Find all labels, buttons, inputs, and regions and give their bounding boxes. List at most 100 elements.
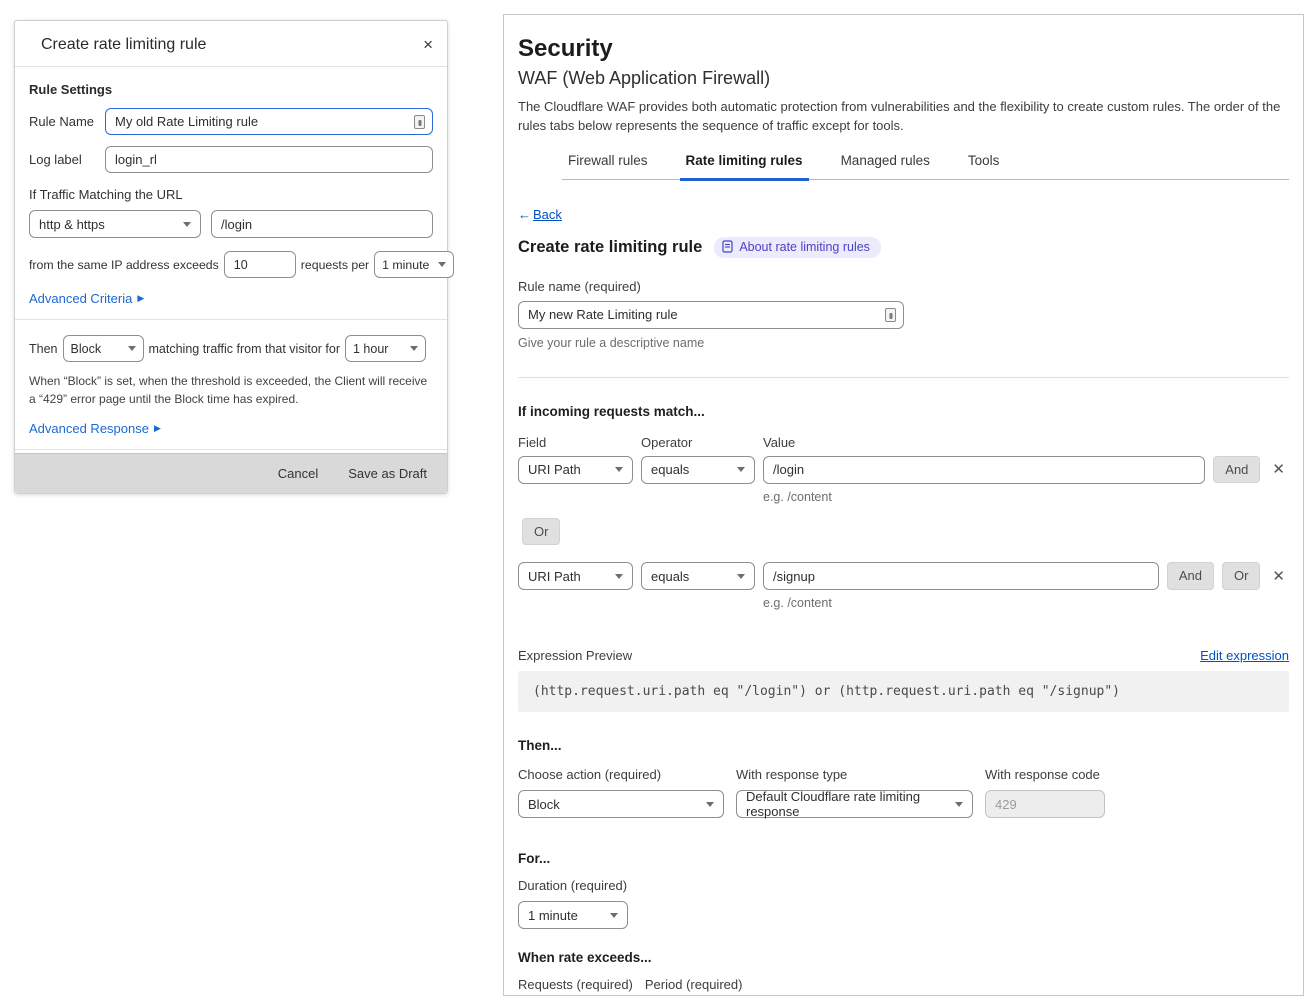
tab-managed-rules[interactable]: Managed rules [835,153,936,179]
advanced-criteria-link[interactable]: Advanced Criteria ▶ [29,291,433,306]
log-label-input[interactable] [105,146,433,173]
action-select-value: Block [71,342,102,356]
block-note-text: When “Block” is set, when the threshold … [29,372,433,408]
period-select-value: 1 minute [382,258,429,272]
response-type-value: Default Cloudflare rate limiting respons… [746,789,947,819]
autofill-icon[interactable] [414,115,425,129]
divider [15,319,447,320]
response-type-select[interactable]: Default Cloudflare rate limiting respons… [736,790,973,818]
and-condition-button[interactable]: And [1213,456,1260,484]
rule-name-wrap [105,108,433,135]
matching-traffic-text: matching traffic from that visitor for [149,342,341,356]
create-rate-limit-modal: Create rate limiting rule × Rule Setting… [14,20,448,494]
spacer [518,610,1289,648]
url-match-row: http & https [29,210,433,238]
scheme-select[interactable]: http & https [29,210,201,238]
close-icon[interactable]: × [423,36,433,53]
operator-column-label: Operator [641,435,755,450]
threshold-row: from the same IP address exceeds request… [29,251,433,278]
divider [518,377,1289,378]
tab-firewall-rules[interactable]: Firewall rules [562,153,654,179]
ban-duration-value: 1 hour [353,342,388,356]
rule-name-input[interactable] [105,108,433,135]
then-controls: Choose action (required) Block With resp… [518,767,1289,818]
chevron-down-icon [615,574,623,579]
security-waf-panel: Security WAF (Web Application Firewall) … [503,14,1304,996]
choose-action-select[interactable]: Block [518,790,724,818]
and-condition-button[interactable]: And [1167,562,1214,590]
traffic-match-caption: If Traffic Matching the URL [29,187,433,202]
response-code-input [985,790,1105,818]
choose-action-label: Choose action (required) [518,767,724,782]
about-badge-label: About rate limiting rules [739,240,870,254]
log-label-label: Log label [29,152,95,167]
waf-description: The Cloudflare WAF provides both automat… [518,98,1289,136]
advanced-response-link[interactable]: Advanced Response ▶ [29,421,433,436]
chevron-down-icon [183,222,191,227]
remove-condition-icon[interactable]: ✕ [1268,460,1289,479]
duration-value: 1 minute [528,908,578,923]
value-input-wrap [763,456,1205,484]
then-section-heading: Then... [518,738,1289,753]
field-select[interactable]: URI Path [518,456,633,484]
value-input[interactable] [763,562,1159,590]
then-label: Then [29,342,58,356]
edit-expression-link[interactable]: Edit expression [1200,648,1289,663]
for-section-heading: For... [518,851,1289,866]
value-input-wrap [763,562,1159,590]
match-section-heading: If incoming requests match... [518,404,1289,419]
log-label-row: Log label [29,146,433,173]
value-input[interactable] [763,456,1205,484]
advanced-criteria-label: Advanced Criteria [29,291,132,306]
or-condition-button[interactable]: Or [1222,562,1260,590]
ban-duration-select[interactable]: 1 hour [345,335,426,362]
remove-condition-icon[interactable]: ✕ [1268,567,1289,586]
action-select[interactable]: Block [63,335,144,362]
requests-label: Requests (required) [518,977,633,992]
chevron-down-icon [610,913,618,918]
page-title: Security [518,35,1289,63]
save-as-draft-button[interactable]: Save as Draft [348,466,427,481]
rule-name-label: Rule name (required) [518,279,1289,294]
page-subtitle: WAF (Web Application Firewall) [518,68,1289,89]
field-select[interactable]: URI Path [518,562,633,590]
chevron-down-icon [706,802,714,807]
field-select-value: URI Path [528,462,581,477]
disclosure-triangle-icon: ▶ [137,293,144,304]
chevron-down-icon [615,467,623,472]
then-row: Then Block matching traffic from that vi… [29,335,433,362]
about-rate-limiting-badge[interactable]: About rate limiting rules [714,237,881,258]
operator-select[interactable]: equals [641,456,755,484]
disclosure-triangle-icon: ▶ [154,423,161,434]
doc-icon [722,240,733,253]
create-rule-heading: Create rate limiting rule [518,238,702,257]
chevron-down-icon [128,346,136,351]
cancel-button[interactable]: Cancel [278,466,318,481]
choose-action-value: Block [528,797,560,812]
field-select-value: URI Path [528,569,581,584]
autofill-icon[interactable] [885,308,896,322]
rule-settings-heading: Rule Settings [29,82,433,97]
rule-name-row: Rule Name [29,108,433,135]
tab-tools[interactable]: Tools [962,153,1006,179]
threshold-prefix-text: from the same IP address exceeds [29,258,219,272]
response-code-label: With response code [985,767,1105,782]
chevron-down-icon [438,262,446,267]
requests-count-input[interactable] [224,251,296,278]
rule-name-help: Give your rule a descriptive name [518,336,1289,350]
period-select[interactable]: 1 minute [374,251,454,278]
chevron-down-icon [737,467,745,472]
response-type-col: With response type Default Cloudflare ra… [736,767,973,818]
tab-rate-limiting-rules[interactable]: Rate limiting rules [680,153,809,181]
rule-name-input[interactable] [518,301,904,329]
waf-tabs: Firewall rules Rate limiting rules Manag… [562,153,1289,180]
or-condition-button[interactable]: Or [522,518,560,546]
back-link[interactable]: ← Back [518,207,1289,222]
url-input[interactable] [211,210,433,238]
operator-select-value: equals [651,569,689,584]
rate-section-heading: When rate exceeds... [518,950,1289,965]
requests-per-text: requests per [301,258,369,272]
duration-select[interactable]: 1 minute [518,901,628,929]
operator-select[interactable]: equals [641,562,755,590]
rule-name-wrap [518,301,904,329]
